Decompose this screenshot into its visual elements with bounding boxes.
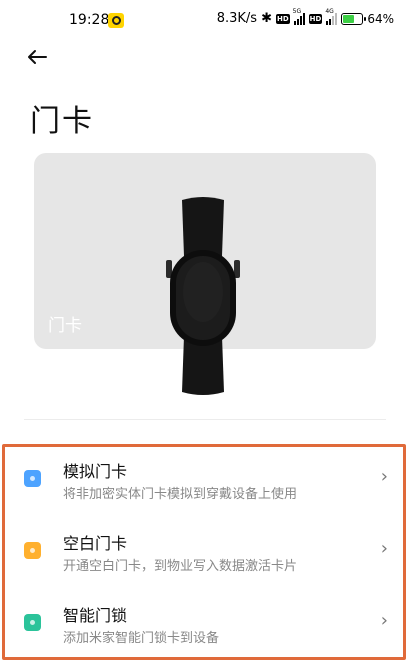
list-item-simulate-card[interactable]: 模拟门卡 将非加密实体门卡模拟到穿戴设备上使用 › [0,452,408,518]
battery-level: 64% [367,11,394,26]
option-title: 智能门锁 [63,606,128,625]
5g-signal-icon: 5G [293,8,305,25]
option-title: 空白门卡 [63,534,128,553]
4g-signal-icon: 4G [325,8,338,25]
chevron-right-icon: › [380,610,388,631]
list-item-smart-lock[interactable]: 智能门锁 添加米家智能门锁卡到设备 › [0,596,408,660]
option-description: 添加米家智能门锁卡到设备 [63,631,220,646]
section-divider [24,419,386,420]
option-title: 模拟门卡 [63,462,128,481]
hd-icon: HD [308,13,323,24]
page-title: 门卡 [30,104,94,139]
smart-lock-icon [24,614,41,631]
simulate-card-icon [24,470,41,487]
status-bar: 19:28 8.3K/s ✱ HD 5G HD 4G 64% [0,0,408,40]
card-label: 门卡 [48,316,82,336]
bluetooth-icon: ✱ [261,11,272,26]
status-time: 19:28 [69,12,110,28]
hd-icon: HD [275,13,290,24]
chevron-right-icon: › [380,538,388,559]
chevron-right-icon: › [380,466,388,487]
back-arrow-icon[interactable] [26,46,56,76]
list-item-blank-card[interactable]: 空白门卡 开通空白门卡，到物业写入数据激活卡片 › [0,524,408,590]
network-speed: 8.3K/s [216,11,258,26]
notification-o-icon [108,13,124,28]
battery-charging-icon [341,12,367,25]
status-indicators: 8.3K/s ✱ HD 5G HD 4G 64% [216,8,394,27]
smart-band-image [166,197,240,395]
option-description: 开通空白门卡，到物业写入数据激活卡片 [63,559,298,574]
option-description: 将非加密实体门卡模拟到穿戴设备上使用 [63,487,298,502]
blank-card-icon [24,542,41,559]
